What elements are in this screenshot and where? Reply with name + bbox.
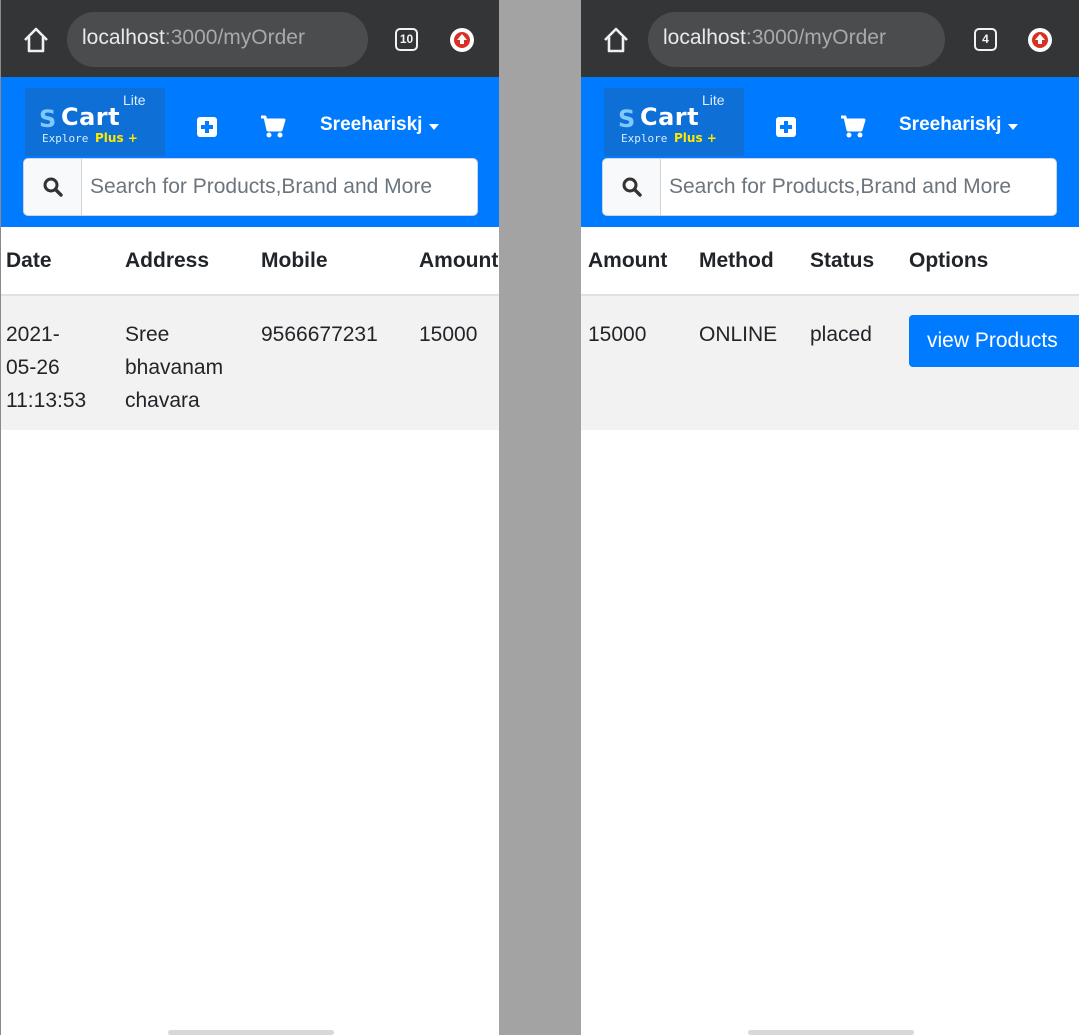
order-status: placed <box>810 323 872 346</box>
column-header-mobile: Mobile <box>261 249 328 272</box>
url-path: :3000/myOrder <box>745 26 886 49</box>
browser-toolbar: localhost:3000/myOrder 10 <box>1 0 499 77</box>
order-date: 2021- 05-26 11:13:53 <box>6 318 86 417</box>
user-dropdown[interactable]: Sreehariskj <box>899 114 1001 136</box>
gesture-handle[interactable] <box>748 1030 914 1035</box>
view-products-button[interactable]: view Products <box>909 315 1079 367</box>
search-input[interactable] <box>84 159 474 215</box>
scart-logo[interactable]: S Cart Lite Explore Plus + <box>604 88 744 156</box>
address-line: chavara <box>125 389 200 412</box>
site-navbar: S Cart Lite Explore Plus + Sreehariskj <box>1 77 499 227</box>
order-time-line: 11:13:53 <box>6 389 87 412</box>
logo-explore: Explore <box>621 132 668 145</box>
order-amount: 15000 <box>419 323 478 346</box>
url-host: localhost <box>663 26 746 49</box>
logo-s: S <box>39 105 57 133</box>
cart-icon[interactable] <box>260 115 286 139</box>
logo-s: S <box>618 105 636 133</box>
home-icon[interactable] <box>601 25 631 55</box>
logo-lite: Lite <box>702 92 725 108</box>
search-icon[interactable] <box>24 159 82 215</box>
url-text: localhost:3000/myOrder <box>82 26 305 50</box>
search-input[interactable] <box>663 159 1053 215</box>
update-icon[interactable] <box>450 28 474 52</box>
logo-cart: Cart <box>640 103 700 131</box>
url-text: localhost:3000/myOrder <box>663 26 886 50</box>
order-amount: 15000 <box>588 323 647 346</box>
url-path: :3000/myOrder <box>164 26 305 49</box>
chevron-down-icon[interactable] <box>1008 124 1018 130</box>
column-header-date: Date <box>6 249 52 272</box>
add-product-icon[interactable] <box>776 117 796 137</box>
column-header-method: Method <box>699 249 774 272</box>
gesture-handle[interactable] <box>168 1030 334 1035</box>
order-address: Sree bhavanam chavara <box>125 318 223 417</box>
logo-cart: Cart <box>61 103 121 131</box>
column-header-status: Status <box>810 249 875 272</box>
logo-lite: Lite <box>123 92 146 108</box>
chevron-down-icon[interactable] <box>429 124 439 130</box>
order-date-line: 05-26 <box>6 356 60 379</box>
tab-switcher-button[interactable]: 4 <box>974 28 997 51</box>
add-product-icon[interactable] <box>197 117 217 137</box>
address-line: bhavanam <box>125 356 224 379</box>
url-host: localhost <box>82 26 165 49</box>
update-icon[interactable] <box>1028 28 1052 52</box>
column-header-options: Options <box>909 249 989 272</box>
home-icon[interactable] <box>21 25 51 55</box>
search-bar <box>602 158 1057 216</box>
left-screen: localhost:3000/myOrder 10 S Cart Lite Ex… <box>0 0 499 1035</box>
address-line: Sree <box>125 323 170 346</box>
url-bar[interactable]: localhost:3000/myOrder <box>648 12 945 67</box>
column-header-amount: Amount <box>588 249 668 272</box>
search-bar <box>23 158 478 216</box>
column-header-address: Address <box>125 249 210 272</box>
scart-logo[interactable]: S Cart Lite Explore Plus + <box>25 88 165 156</box>
logo-plus: Plus + <box>95 131 138 145</box>
user-dropdown[interactable]: Sreehariskj <box>320 114 422 136</box>
url-bar[interactable]: localhost:3000/myOrder <box>67 12 368 67</box>
order-mobile: 9566677231 <box>261 323 378 346</box>
search-icon[interactable] <box>603 159 661 215</box>
column-header-amount: Amount <box>419 249 499 272</box>
right-screen: localhost:3000/myOrder 4 S Cart Lite Exp… <box>581 0 1079 1035</box>
cart-icon[interactable] <box>840 115 866 139</box>
tab-switcher-button[interactable]: 10 <box>395 28 418 51</box>
order-date-line: 2021- <box>6 323 60 346</box>
logo-explore: Explore <box>42 132 89 145</box>
site-navbar: S Cart Lite Explore Plus + Sreehariskj <box>581 77 1079 227</box>
browser-toolbar: localhost:3000/myOrder 4 <box>581 0 1079 77</box>
order-method: ONLINE <box>699 323 778 346</box>
logo-plus: Plus + <box>674 131 717 145</box>
